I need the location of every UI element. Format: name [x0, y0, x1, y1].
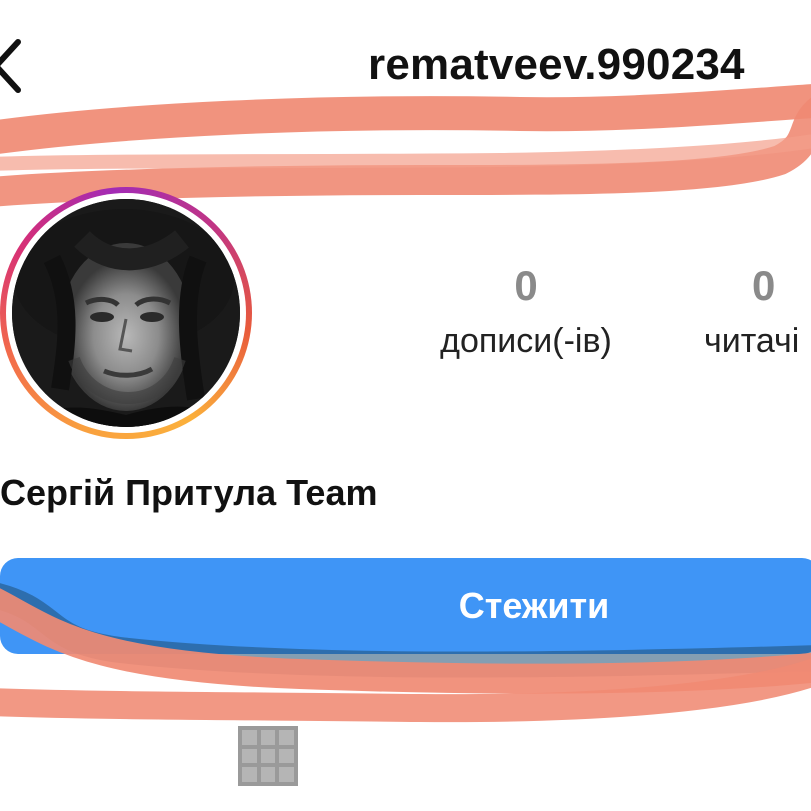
posts-label: дописи(-ів) [440, 322, 612, 360]
profile-username: rematveev.990234 [368, 40, 745, 89]
follow-button[interactable]: Стежити [0, 558, 811, 654]
posts-count: 0 [514, 262, 538, 309]
followers-stat[interactable]: 0 читачі [688, 262, 811, 361]
grid-icon[interactable] [238, 726, 298, 786]
profile-display-name: Сергій Притула Team [0, 472, 378, 513]
chevron-left-icon[interactable] [0, 34, 46, 98]
profile-screen: rematveev.990234 0 дописи(-ів) 0 читачі … [0, 0, 811, 811]
avatar [12, 199, 240, 427]
story-ring[interactable] [0, 187, 252, 439]
followers-count: 0 [752, 262, 776, 309]
profile-photo [12, 199, 240, 427]
posts-stat[interactable]: 0 дописи(-ів) [408, 262, 644, 361]
followers-label: читачі [704, 322, 800, 360]
follow-button-label: Стежити [458, 585, 610, 626]
avatar-border [6, 193, 246, 433]
